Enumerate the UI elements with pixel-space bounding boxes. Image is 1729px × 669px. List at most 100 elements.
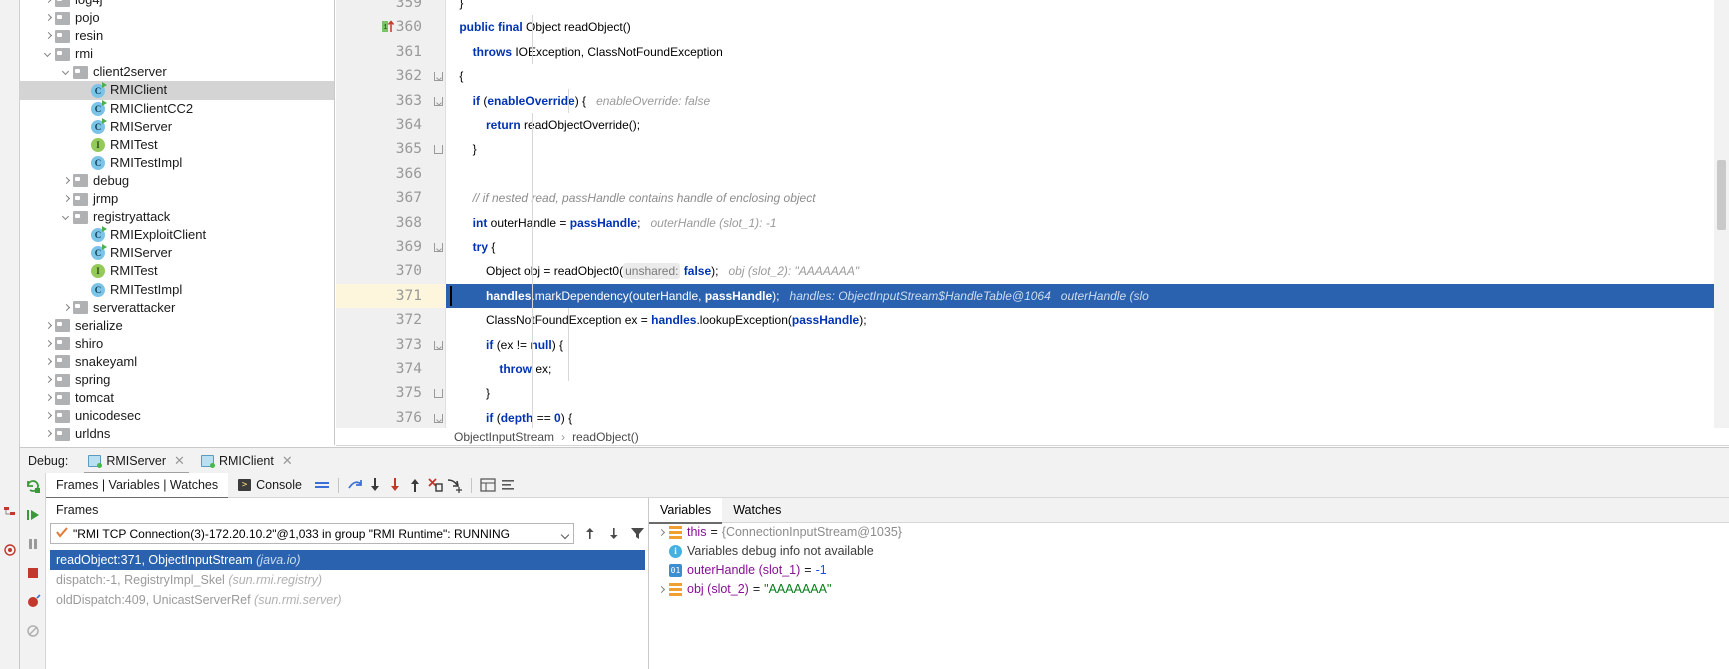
force-step-into-icon[interactable] <box>405 475 425 495</box>
code-line[interactable]: throw ex; <box>446 357 1729 381</box>
chevron-down-icon[interactable] <box>560 530 570 540</box>
frame-row[interactable]: readObject:371, ObjectInputStream (java.… <box>50 550 645 570</box>
variables-panel[interactable]: Variables Watches this = {ConnectionInputS… <box>649 497 1729 669</box>
line-number[interactable]: 370 <box>336 259 422 283</box>
chevron-right-icon[interactable] <box>42 425 55 443</box>
tree-item-rmitest[interactable]: I RMITest <box>20 136 334 154</box>
line-number[interactable]: 372 <box>336 308 422 332</box>
line-number[interactable]: 366 <box>336 162 422 186</box>
rerun-icon[interactable] <box>24 477 42 495</box>
line-number[interactable]: 375 <box>336 381 422 405</box>
debug-content-tabs[interactable]: Frames | Variables | Watches > Console <box>46 472 1729 499</box>
chevron-right-icon[interactable] <box>42 407 55 425</box>
chevron-right-icon[interactable] <box>42 0 55 9</box>
evaluate-expression-icon[interactable] <box>478 475 498 495</box>
line-number[interactable]: 360 <box>336 15 422 39</box>
tree-item-rmiclient[interactable]: C RMIClient <box>20 81 334 100</box>
code-line-current[interactable]: handles.markDependency(outerHandle, pass… <box>446 283 1729 309</box>
fold-start-icon[interactable] <box>433 235 444 259</box>
chevron-down-icon[interactable] <box>60 63 73 81</box>
resume-program-icon[interactable] <box>24 506 42 524</box>
chevron-right-icon[interactable] <box>42 9 55 27</box>
frame-row[interactable]: oldDispatch:409, UnicastServerRef (sun.r… <box>50 590 645 610</box>
thread-selector-combo[interactable]: "RMI TCP Connection(3)-172.20.10.2"@1,03… <box>50 523 574 544</box>
code-line[interactable]: throws IOException, ClassNotFoundExcepti… <box>446 40 1729 64</box>
drop-frame-icon[interactable] <box>425 475 445 495</box>
fold-start-icon[interactable] <box>433 64 444 88</box>
line-number[interactable]: 363 <box>336 89 422 113</box>
line-number[interactable]: 373 <box>336 333 422 357</box>
code-line[interactable]: } <box>446 137 1729 161</box>
tree-item-rmitestimpl[interactable]: C RMITestImpl <box>20 281 334 299</box>
line-number[interactable]: 361 <box>336 40 422 64</box>
favorites-icon[interactable] <box>3 543 17 557</box>
pause-program-icon[interactable] <box>24 535 42 553</box>
code-line[interactable]: Object obj = readObject0(unshared: false… <box>446 259 1729 283</box>
stop-program-icon[interactable] <box>24 564 42 582</box>
tree-item-spring[interactable]: spring <box>20 371 334 389</box>
variable-row[interactable]: i Variables debug info not available <box>649 542 1729 561</box>
code-line[interactable]: } <box>446 0 1729 15</box>
chevron-right-icon[interactable] <box>60 299 73 317</box>
tab-watches[interactable]: Watches <box>722 498 792 523</box>
tab-frames-variables-watches[interactable]: Frames | Variables | Watches <box>46 472 229 499</box>
chevron-right-icon[interactable] <box>655 523 669 542</box>
chevron-right-icon[interactable] <box>60 172 73 190</box>
fold-end-icon[interactable] <box>433 137 444 161</box>
tab-console[interactable]: > Console <box>228 473 312 498</box>
step-out-icon[interactable] <box>345 475 365 495</box>
frame-row[interactable]: dispatch:-1, RegistryImpl_Skel (sun.rmi.… <box>50 570 645 590</box>
tree-item-jrmp[interactable]: jrmp <box>20 190 334 208</box>
code-line[interactable]: ClassNotFoundException ex = handles.look… <box>446 308 1729 332</box>
line-number[interactable]: 365 <box>336 137 422 161</box>
code-line[interactable]: } <box>446 381 1729 405</box>
tree-item-log4j[interactable]: log4j <box>20 0 334 9</box>
tree-item-rmiserver[interactable]: C RMIServer <box>20 244 334 262</box>
fold-start-icon[interactable] <box>433 333 444 357</box>
step-over-icon[interactable] <box>365 475 385 495</box>
tree-item-rmitestimpl[interactable]: C RMITestImpl <box>20 154 334 172</box>
tab-variables[interactable]: Variables <box>649 497 723 524</box>
tree-item-registryattack[interactable]: registryattack <box>20 208 334 226</box>
code-line[interactable]: return readObjectOverride(); <box>446 113 1729 137</box>
tree-item-client2server[interactable]: client2server <box>20 63 334 81</box>
tree-item-snakeyaml[interactable]: snakeyaml <box>20 353 334 371</box>
chevron-right-icon[interactable] <box>655 580 669 599</box>
debug-session-tab-rmiclient[interactable]: RMIClient ✕ <box>193 448 301 474</box>
close-icon[interactable]: ✕ <box>174 453 185 469</box>
frames-panel[interactable]: Frames "RMI TCP Connection(3)-172.20.10.… <box>46 498 649 669</box>
tree-item-shiro[interactable]: shiro <box>20 335 334 353</box>
chevron-down-icon[interactable] <box>60 208 73 226</box>
tree-item-rmitest[interactable]: I RMITest <box>20 262 334 280</box>
line-number[interactable]: 364 <box>336 113 422 137</box>
tree-item-rmi[interactable]: rmi <box>20 45 334 63</box>
tree-item-unicodesec[interactable]: unicodesec <box>20 407 334 425</box>
tree-item-serverattacker[interactable]: serverattacker <box>20 299 334 317</box>
variables-tabs[interactable]: Variables Watches <box>649 497 1729 524</box>
tree-item-debug[interactable]: debug <box>20 172 334 190</box>
code-line[interactable] <box>446 162 1729 186</box>
line-number[interactable]: 374 <box>336 357 422 381</box>
code-line[interactable]: // if nested read, passHandle contains h… <box>446 186 1729 210</box>
breadcrumb-method[interactable]: readObject() <box>572 430 639 444</box>
code-line[interactable]: try { <box>446 235 1729 259</box>
tree-item-serialize[interactable]: serialize <box>20 317 334 335</box>
view-breakpoints-icon[interactable] <box>24 593 42 611</box>
editor-scrollbar-thumb[interactable] <box>1717 160 1726 230</box>
step-into-icon[interactable] <box>385 475 405 495</box>
code-line[interactable]: public final Object readObject() <box>446 15 1729 39</box>
chevron-down-icon[interactable] <box>42 45 55 63</box>
close-icon[interactable]: ✕ <box>282 453 293 469</box>
tree-item-tomcat[interactable]: tomcat <box>20 389 334 407</box>
chevron-right-icon[interactable] <box>42 317 55 335</box>
layout-settings-icon[interactable] <box>498 475 518 495</box>
line-number[interactable]: 368 <box>336 211 422 235</box>
fold-end-icon[interactable] <box>433 381 444 405</box>
line-number[interactable]: 369 <box>336 235 422 259</box>
tree-item-urldns[interactable]: urldns <box>20 425 334 443</box>
tree-item-rmiserver[interactable]: C RMIServer <box>20 117 334 136</box>
chevron-right-icon[interactable] <box>42 389 55 407</box>
project-tree[interactable]: log4jpojoresinrmiclient2serverCRMIClient… <box>20 0 335 445</box>
chevron-right-icon[interactable] <box>42 335 55 353</box>
line-number[interactable]: 362 <box>336 64 422 88</box>
